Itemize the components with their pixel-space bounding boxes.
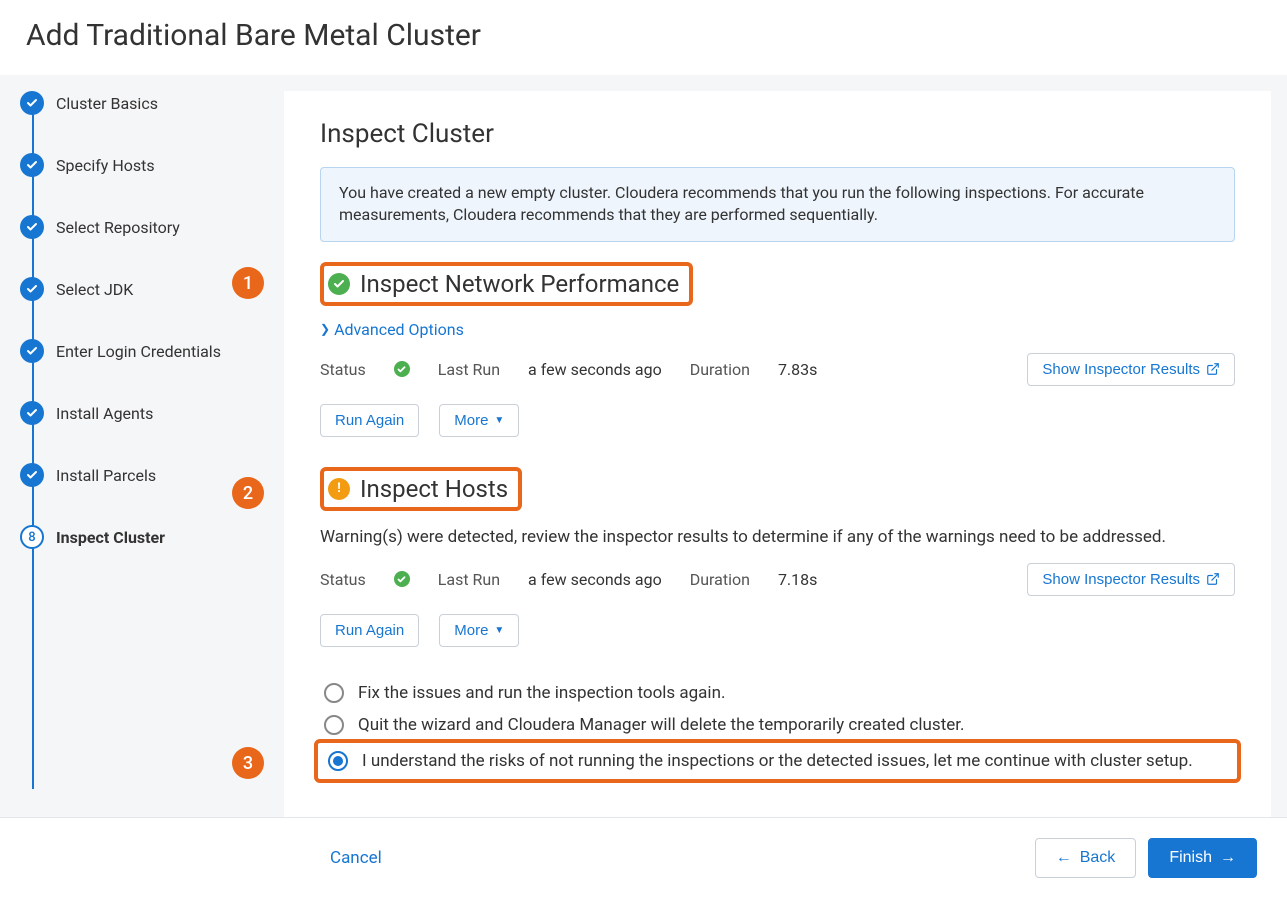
check-icon <box>20 153 44 177</box>
step-label: Enter Login Credentials <box>56 342 221 361</box>
finish-button[interactable]: Finish → <box>1148 838 1257 878</box>
arrow-left-icon: ← <box>1056 849 1072 867</box>
callout-badge-3: 3 <box>232 747 264 779</box>
radio-fix-issues[interactable]: Fix the issues and run the inspection to… <box>320 677 1235 709</box>
cancel-link[interactable]: Cancel <box>330 848 382 868</box>
check-icon <box>20 463 44 487</box>
radio-icon <box>328 751 348 771</box>
warning-icon: ! <box>328 478 350 500</box>
duration-value: 7.83s <box>778 360 817 379</box>
radio-label: Fix the issues and run the inspection to… <box>358 683 725 703</box>
button-row-hosts: Run Again More ▼ <box>320 614 1235 647</box>
duration-value: 7.18s <box>778 570 817 589</box>
step-label: Select JDK <box>56 280 133 299</box>
section-title: Inspect Hosts <box>360 475 508 503</box>
radio-icon <box>324 715 344 735</box>
main-content: 1 2 3 Inspect Cluster You have created a… <box>284 91 1271 817</box>
radio-icon <box>324 683 344 703</box>
check-icon <box>20 215 44 239</box>
radio-understand-risks[interactable]: I understand the risks of not running th… <box>324 745 1231 777</box>
caret-down-icon: ▼ <box>494 415 504 426</box>
lastrun-label: Last Run <box>438 360 500 379</box>
step-enter-login-credentials[interactable]: Enter Login Credentials <box>20 339 264 363</box>
inspect-network-header: Inspect Network Performance <box>320 262 693 306</box>
warning-text: Warning(s) were detected, review the ins… <box>320 527 1235 547</box>
finish-label: Finish <box>1169 849 1212 867</box>
step-install-parcels[interactable]: Install Parcels <box>20 463 264 487</box>
arrow-right-icon: → <box>1220 849 1236 867</box>
step-label: Install Agents <box>56 404 153 423</box>
step-label: Install Parcels <box>56 466 156 485</box>
success-icon <box>394 571 410 587</box>
advanced-options-label: Advanced Options <box>334 320 464 339</box>
more-label: More <box>454 412 488 429</box>
more-dropdown-button[interactable]: More ▼ <box>439 404 519 437</box>
caret-down-icon: ▼ <box>494 625 504 636</box>
body: Cluster Basics Specify Hosts Select Repo… <box>0 75 1287 817</box>
external-link-icon <box>1206 362 1220 376</box>
page-title: Add Traditional Bare Metal Cluster <box>0 0 1287 75</box>
step-specify-hosts[interactable]: Specify Hosts <box>20 153 264 177</box>
callout-badge-2: 2 <box>232 477 264 509</box>
stepper-line <box>32 103 34 789</box>
chevron-right-icon: ❯ <box>320 322 330 336</box>
status-row-network: Status Last Run a few seconds ago Durati… <box>320 353 1235 386</box>
step-inspect-cluster[interactable]: 8 Inspect Cluster <box>20 525 264 549</box>
success-icon <box>394 361 410 377</box>
duration-label: Duration <box>690 360 750 379</box>
section-title: Inspect Network Performance <box>360 270 679 298</box>
button-label: Show Inspector Results <box>1042 571 1200 588</box>
step-select-repository[interactable]: Select Repository <box>20 215 264 239</box>
callout-badge-1: 1 <box>232 267 264 299</box>
check-icon <box>20 339 44 363</box>
status-label: Status <box>320 360 366 379</box>
highlighted-radio-row: I understand the risks of not running th… <box>314 739 1241 783</box>
wizard-footer: Cancel ← Back Finish → <box>0 817 1287 902</box>
back-button[interactable]: ← Back <box>1035 838 1137 878</box>
step-select-jdk[interactable]: Select JDK <box>20 277 264 301</box>
lastrun-value: a few seconds ago <box>528 570 662 589</box>
more-dropdown-button[interactable]: More ▼ <box>439 614 519 647</box>
step-install-agents[interactable]: Install Agents <box>20 401 264 425</box>
radio-label: I understand the risks of not running th… <box>362 751 1193 771</box>
wizard-stepper: Cluster Basics Specify Hosts Select Repo… <box>0 75 284 817</box>
status-label: Status <box>320 570 366 589</box>
back-label: Back <box>1080 849 1116 867</box>
button-label: Show Inspector Results <box>1042 361 1200 378</box>
step-label: Select Repository <box>56 218 180 237</box>
info-box: You have created a new empty cluster. Cl… <box>320 167 1235 242</box>
external-link-icon <box>1206 572 1220 586</box>
advanced-options-toggle[interactable]: ❯ Advanced Options <box>320 320 464 339</box>
radio-dot-icon <box>333 756 343 766</box>
more-label: More <box>454 622 488 639</box>
success-icon <box>328 273 350 295</box>
show-inspector-results-button[interactable]: Show Inspector Results <box>1027 353 1235 386</box>
status-row-hosts: Status Last Run a few seconds ago Durati… <box>320 563 1235 596</box>
step-label: Inspect Cluster <box>56 528 165 547</box>
lastrun-value: a few seconds ago <box>528 360 662 379</box>
duration-label: Duration <box>690 570 750 589</box>
button-row-network: Run Again More ▼ <box>320 404 1235 437</box>
step-label: Cluster Basics <box>56 94 158 113</box>
content-heading: Inspect Cluster <box>320 119 1235 149</box>
radio-quit-wizard[interactable]: Quit the wizard and Cloudera Manager wil… <box>320 709 1235 741</box>
run-again-button[interactable]: Run Again <box>320 614 419 647</box>
step-number-badge: 8 <box>20 525 44 549</box>
resolution-radio-group: Fix the issues and run the inspection to… <box>320 677 1235 783</box>
show-inspector-results-button[interactable]: Show Inspector Results <box>1027 563 1235 596</box>
lastrun-label: Last Run <box>438 570 500 589</box>
step-label: Specify Hosts <box>56 156 155 175</box>
run-again-button[interactable]: Run Again <box>320 404 419 437</box>
check-icon <box>20 91 44 115</box>
step-cluster-basics[interactable]: Cluster Basics <box>20 91 264 115</box>
check-icon <box>20 401 44 425</box>
check-icon <box>20 277 44 301</box>
radio-label: Quit the wizard and Cloudera Manager wil… <box>358 715 965 735</box>
inspect-hosts-header: ! Inspect Hosts <box>320 467 522 511</box>
